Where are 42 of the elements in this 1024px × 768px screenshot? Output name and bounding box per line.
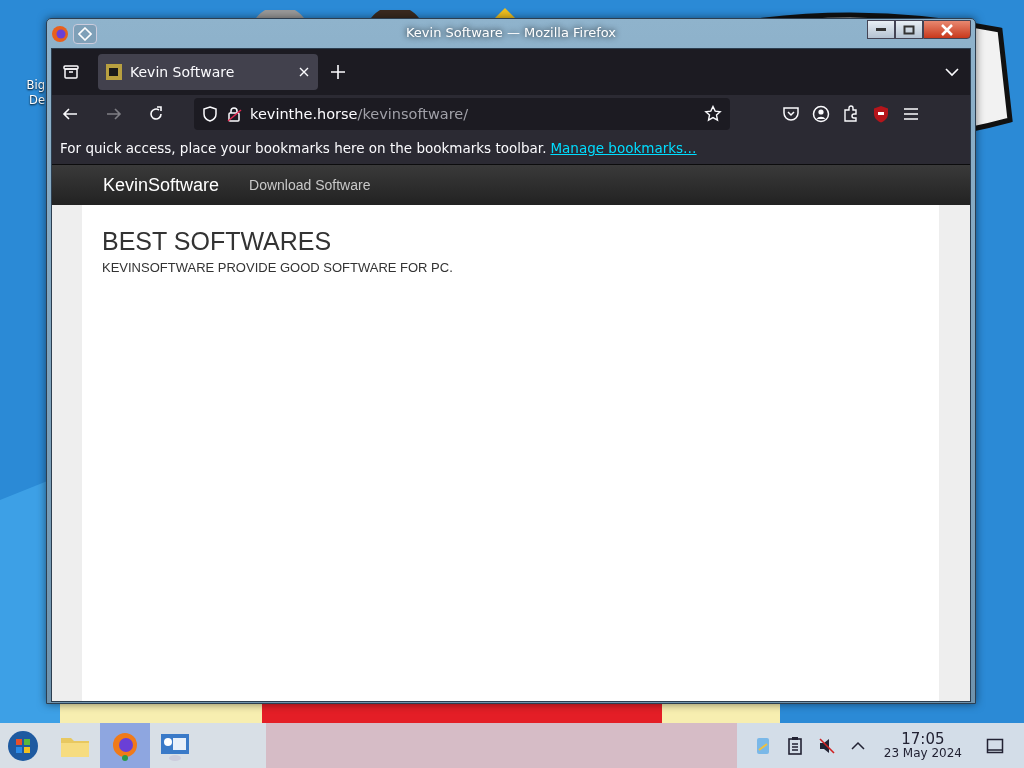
lock-icon (226, 105, 242, 122)
browser-tab[interactable]: Kevin Software (98, 54, 318, 90)
tray-icon (62, 63, 80, 81)
clock-time[interactable]: 17:05 (901, 731, 945, 746)
close-icon (940, 23, 954, 36)
muted-speaker-icon[interactable] (817, 735, 836, 756)
back-arrow-icon (62, 105, 78, 122)
desktop-icon[interactable] (371, 10, 419, 18)
browser-icon (51, 24, 69, 43)
star-icon[interactable] (704, 105, 722, 122)
page-subheading: KEVINSOFTWARE PROVIDE GOOD SOFTWARE FOR PC. (102, 260, 454, 275)
maximize-icon (903, 24, 915, 35)
shield-badge-icon[interactable] (872, 104, 890, 123)
account-icon[interactable] (812, 104, 830, 123)
desktop-icon-label[interactable]: Big De (26, 78, 45, 108)
puzzle-icon[interactable] (842, 104, 860, 123)
site-nav-link[interactable]: Download Software (249, 177, 371, 193)
shield-icon (202, 105, 218, 122)
url-text: kevinthe.horse/kevinsoftware/ (250, 105, 470, 122)
window-menu-button[interactable] (73, 23, 97, 44)
close-button[interactable] (923, 20, 971, 39)
taskbar-app-button[interactable] (100, 723, 150, 768)
diamond-icon (78, 26, 92, 41)
plus-icon (330, 64, 346, 80)
clock-date[interactable]: 23 May 2024 (883, 745, 962, 760)
minimize-icon (876, 28, 886, 31)
favicon-icon (106, 64, 122, 80)
maximize-button[interactable] (895, 20, 923, 39)
page-heading: BEST SOFTWARES (102, 227, 333, 256)
start-orb-icon (7, 729, 39, 762)
bookmarks-hint: For quick access, place your bookmarks here on the bookmarks toolbar. (60, 140, 547, 156)
close-icon[interactable] (298, 66, 310, 78)
manage-bookmarks-link[interactable]: Manage bookmarks… (550, 140, 697, 156)
forward-arrow-icon (106, 105, 122, 122)
show-desktop-icon[interactable] (986, 736, 1004, 755)
minimize-button[interactable] (867, 20, 895, 39)
site-brand-link[interactable]: KevinSoftware (103, 174, 220, 196)
clipboard-icon[interactable] (785, 735, 804, 756)
window-title: Kevin Software — Mozilla Firefox (404, 25, 618, 40)
address-bar[interactable]: kevinthe.horse/kevinsoftware/ (194, 97, 730, 130)
reload-icon (148, 105, 164, 122)
pocket-icon[interactable] (782, 105, 800, 122)
